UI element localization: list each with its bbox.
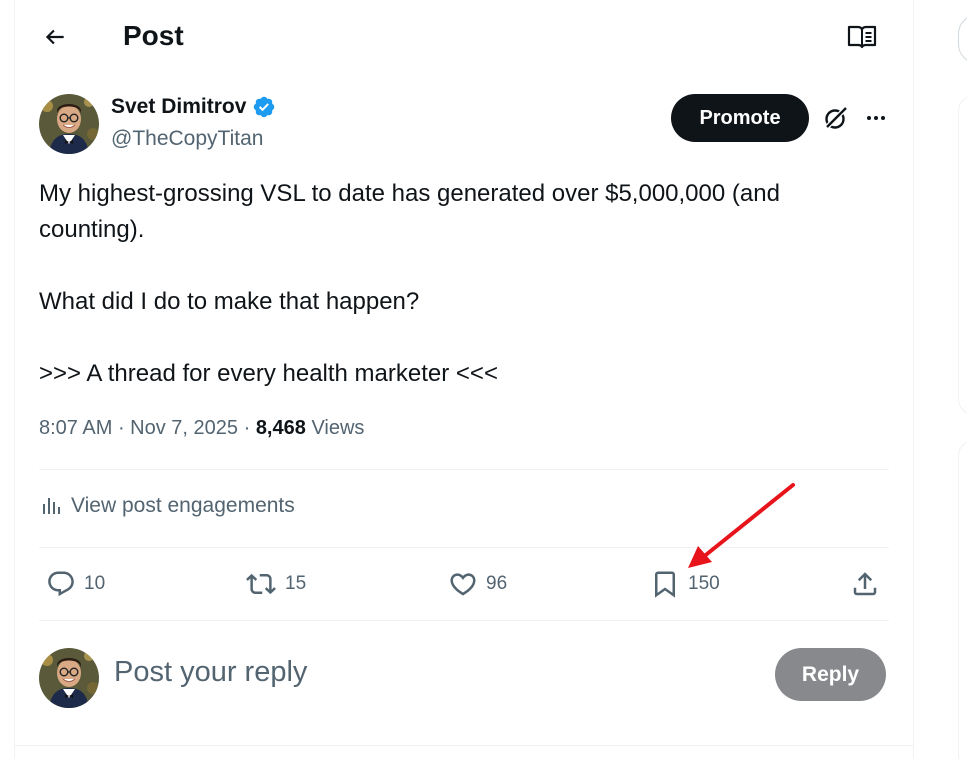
page-title: Post bbox=[123, 20, 184, 51]
author-name-text: Svet Dimitrov bbox=[111, 95, 247, 118]
grok-icon bbox=[824, 106, 848, 130]
bookmark-action[interactable]: 150 bbox=[650, 564, 720, 604]
reply-icon bbox=[48, 571, 74, 597]
post-text: My highest-grossing VSL to date has gene… bbox=[39, 176, 889, 392]
avatar-image bbox=[39, 94, 99, 154]
search-box-edge[interactable] bbox=[958, 14, 967, 64]
divider bbox=[39, 547, 889, 548]
divider bbox=[39, 620, 889, 621]
like-count: 96 bbox=[486, 573, 508, 594]
engagements-label: View post engagements bbox=[71, 494, 295, 517]
divider bbox=[14, 745, 914, 746]
sidebar-card-edge-2 bbox=[958, 440, 967, 759]
verified-icon bbox=[254, 96, 275, 118]
right-sidebar-edge bbox=[958, 0, 967, 759]
post-meta: 8:07 AM · Nov 7, 2025 · 8,468 Views bbox=[39, 417, 365, 439]
bookmark-count: 150 bbox=[688, 573, 720, 594]
author-avatar[interactable] bbox=[39, 94, 99, 154]
author-handle[interactable]: @TheCopyTitan bbox=[111, 127, 263, 151]
post-line: My highest-grossing VSL to date has gene… bbox=[39, 180, 780, 243]
like-icon bbox=[450, 573, 476, 596]
more-icon bbox=[867, 116, 885, 120]
reader-icon bbox=[847, 25, 877, 49]
views-count: 8,468 bbox=[255, 417, 306, 439]
reader-mode-button[interactable] bbox=[842, 18, 882, 56]
current-user-avatar[interactable] bbox=[39, 648, 99, 708]
back-arrow-icon bbox=[45, 29, 64, 45]
divider bbox=[39, 469, 889, 470]
post-time[interactable]: 8:07 AM bbox=[39, 417, 112, 439]
like-action[interactable]: 96 bbox=[448, 564, 507, 604]
post-line: What did I do to make that happen? bbox=[39, 288, 420, 315]
reply-count: 10 bbox=[84, 573, 106, 594]
share-icon bbox=[853, 572, 877, 596]
repost-icon bbox=[246, 573, 276, 595]
more-options-button[interactable] bbox=[858, 100, 894, 136]
avatar-image bbox=[39, 648, 99, 708]
sidebar-card-edge bbox=[958, 95, 967, 415]
back-button[interactable] bbox=[36, 18, 74, 56]
grok-button[interactable] bbox=[818, 100, 854, 136]
repost-count: 15 bbox=[285, 573, 307, 594]
reply-button[interactable]: Reply bbox=[775, 648, 886, 701]
share-action[interactable] bbox=[850, 564, 880, 604]
reply-action[interactable]: 10 bbox=[46, 564, 105, 604]
view-engagements-link[interactable]: View post engagements bbox=[39, 494, 295, 518]
promote-button[interactable]: Promote bbox=[671, 94, 809, 142]
repost-action[interactable]: 15 bbox=[245, 564, 306, 604]
bookmark-icon bbox=[655, 571, 675, 598]
analytics-icon bbox=[43, 498, 60, 514]
views-label: Views bbox=[311, 417, 365, 439]
post-date[interactable]: Nov 7, 2025 bbox=[130, 417, 238, 439]
author-name[interactable]: Svet Dimitrov bbox=[111, 95, 276, 119]
post-line: >>> A thread for every health marketer <… bbox=[39, 360, 498, 387]
reply-input[interactable]: Post your reply bbox=[114, 656, 307, 689]
